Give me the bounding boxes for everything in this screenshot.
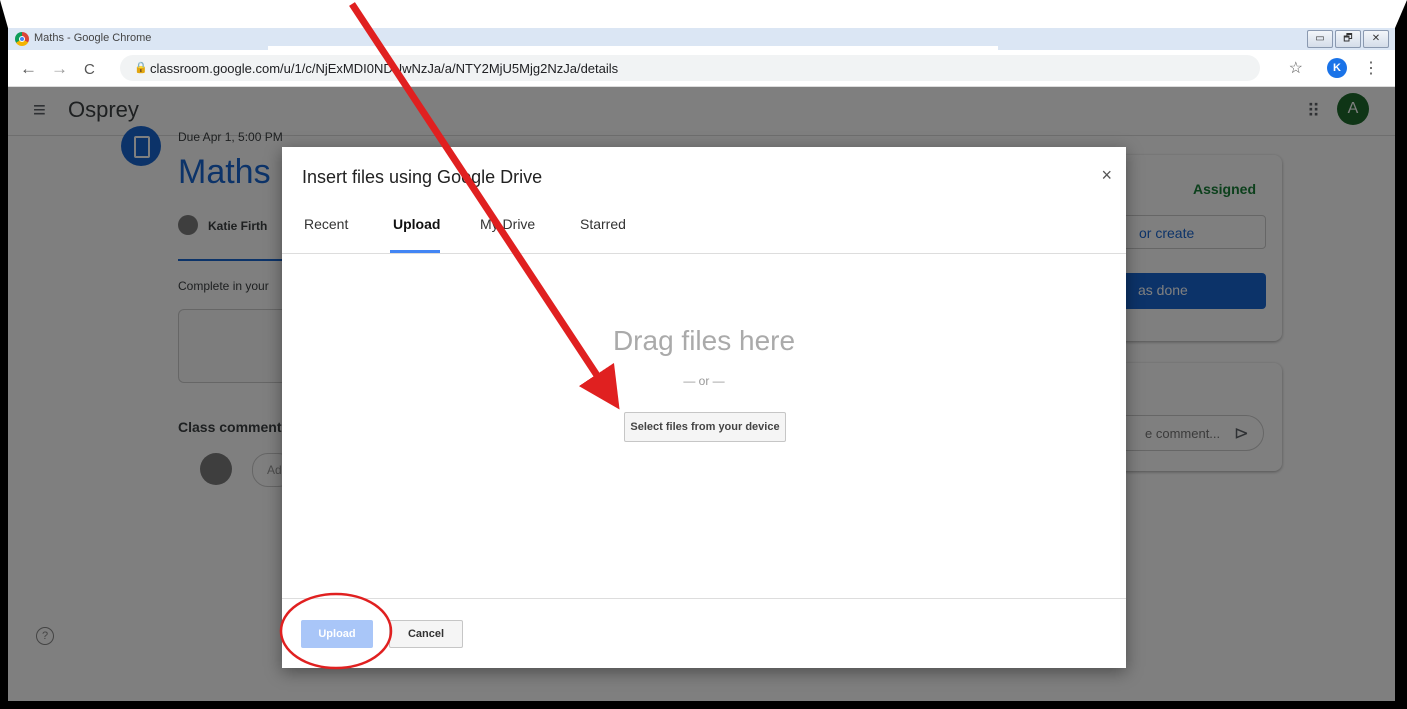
- tab-my-drive[interactable]: My Drive: [480, 216, 535, 232]
- reload-icon[interactable]: C: [84, 61, 95, 78]
- close-icon[interactable]: ×: [1101, 165, 1112, 186]
- select-files-button[interactable]: Select files from your device: [624, 412, 786, 442]
- dialog-title: Insert files using Google Drive: [302, 167, 543, 187]
- lock-icon: 🔒: [134, 62, 148, 74]
- chrome-menu-icon[interactable]: ⋮: [1363, 58, 1379, 78]
- browser-window: Maths - Google Chrome ▭ 🗗 ✕ ← → C 🔒 clas…: [8, 28, 1395, 701]
- drop-zone-text: Drag files here: [612, 325, 796, 356]
- restore-button[interactable]: 🗗: [1335, 30, 1361, 48]
- tab-starred[interactable]: Starred: [580, 216, 626, 232]
- dialog-footer: Upload Cancel: [282, 598, 1126, 669]
- tab-recent[interactable]: Recent: [304, 216, 348, 232]
- bookmark-star-icon[interactable]: ☆: [1289, 58, 1303, 78]
- close-window-button[interactable]: ✕: [1363, 30, 1389, 48]
- forward-icon[interactable]: →: [51, 59, 68, 79]
- or-separator: — or —: [683, 374, 725, 388]
- profile-avatar[interactable]: K: [1327, 58, 1347, 78]
- url-text[interactable]: classroom.google.com/u/1/c/NjExMDI0NDUwN…: [150, 61, 618, 76]
- address-bar: ← → C 🔒 classroom.google.com/u/1/c/NjExM…: [8, 50, 1395, 87]
- upload-button[interactable]: Upload: [301, 620, 373, 648]
- title-bar: Maths - Google Chrome ▭ 🗗 ✕: [8, 28, 1395, 50]
- window-controls: ▭ 🗗 ✕: [1307, 30, 1389, 48]
- back-icon[interactable]: ←: [20, 59, 37, 79]
- minimize-button[interactable]: ▭: [1307, 30, 1333, 48]
- omnibox[interactable]: 🔒 classroom.google.com/u/1/c/NjExMDI0NDU…: [120, 55, 1260, 81]
- tab-upload[interactable]: Upload: [393, 216, 440, 232]
- active-tab-indicator: [390, 250, 440, 253]
- chrome-logo-icon: [15, 32, 29, 46]
- dialog-tabs: Recent Upload My Drive Starred: [282, 207, 1126, 254]
- cancel-button[interactable]: Cancel: [389, 620, 463, 648]
- window-title: Maths - Google Chrome: [34, 32, 152, 44]
- insert-files-dialog: Insert files using Google Drive × Recent…: [282, 147, 1126, 668]
